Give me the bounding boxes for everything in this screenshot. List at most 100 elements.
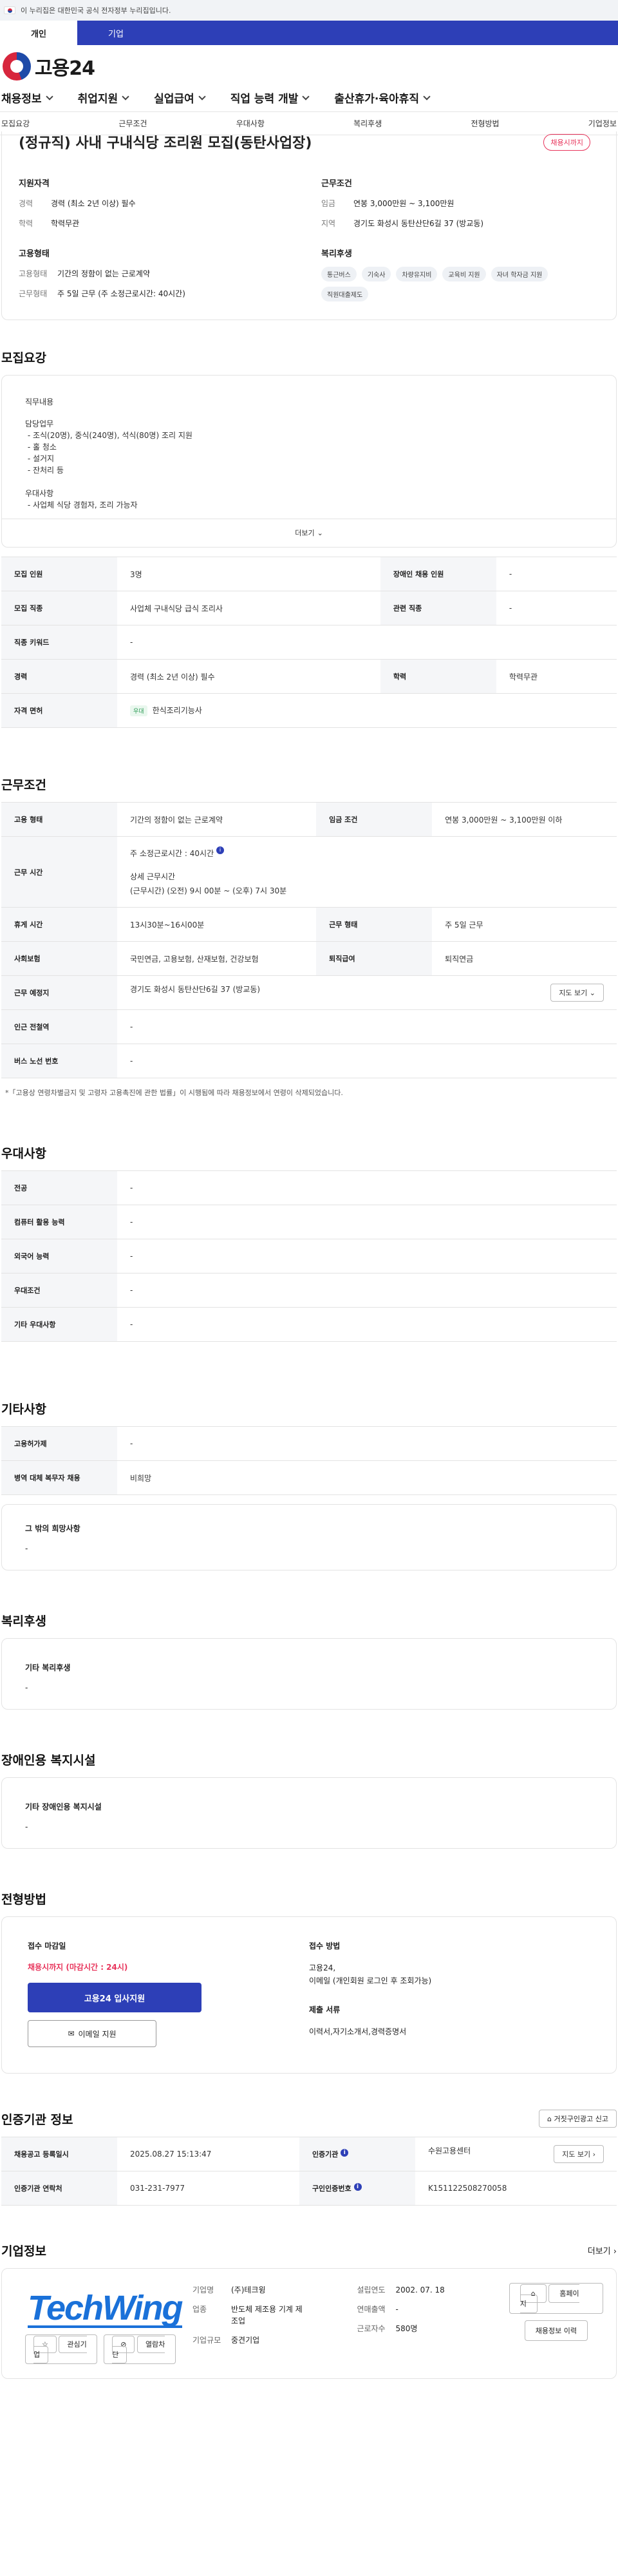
info-icon[interactable]: i xyxy=(353,2183,362,2191)
docs-value: 이력서,자기소개서,경력증명서 xyxy=(309,2027,407,2036)
table-row: 자격 면허 우대 한식조리기능사 xyxy=(1,693,617,728)
deadline-badge: 채용시까지 xyxy=(543,134,590,151)
table-cell: 국민연금, 고용보험, 산재보험, 건강보험 xyxy=(117,941,317,976)
disabled-sub-title: 기타 장애인용 복지시설 xyxy=(25,1802,102,1811)
kv-key: 근무형태 xyxy=(19,289,48,298)
employment-type-block: 고용형태 고용형태 기간의 정함이 없는 근로계약 근무형태 주 5일 근무 (주 … xyxy=(19,247,295,308)
more-button[interactable]: 더보기 ⌄ xyxy=(2,519,616,547)
table-header: 근무 시간 xyxy=(1,836,117,908)
age-footnote: *「고용상 연령차별금지 및 고령자 고용촉진에 관한 법률」이 시행됨에 따라… xyxy=(5,1089,343,1097)
table-row: 채용공고 등록일시 2025.08.27 15:13:47 인증기관 i 수원고용… xyxy=(1,2137,617,2171)
kv-value: 학력무관 xyxy=(51,219,80,228)
table-cell: 031-231-7977 xyxy=(117,2171,299,2206)
report-false-ad-button[interactable]: ⌂ 거짓구인광고 신고 xyxy=(539,2110,617,2128)
table-cell: - xyxy=(117,1205,617,1239)
kv-value: 경력 (최소 2년 이상) 필수 xyxy=(51,199,136,208)
table-header: 고용허가제 xyxy=(1,1426,117,1461)
anchor-work[interactable]: 근무조건 xyxy=(118,118,147,129)
conditions-heading: 근무조건 xyxy=(321,179,352,189)
map-view-button[interactable]: 지도 보기 ⌄ xyxy=(550,984,604,1002)
homepage-button[interactable]: ⌂ 홈페이지 xyxy=(509,2283,603,2314)
preference-table: 전공 - 컴퓨터 활용 능력 - 외국어 능력 - 우대조건 - 기타 우대사항 - xyxy=(1,1170,617,1342)
kv-value: 연봉 3,000만원 ~ 3,100만원 xyxy=(353,199,454,208)
anchor-welfare[interactable]: 복리후생 xyxy=(353,118,382,129)
welfare-block: 복리후생 통근버스 기숙사 차량유지비 교육비 지원 자녀 학자금 지원 직원대… xyxy=(321,247,598,308)
anchor-preference[interactable]: 우대사항 xyxy=(236,118,265,129)
kv-value: 2002. 07. 18 xyxy=(395,2285,445,2295)
tab-personal[interactable]: 개인 xyxy=(0,21,77,45)
kv-value: 경기도 화성시 동탄산단6길 37 (방교동) xyxy=(353,219,484,228)
table-row: 기타 우대사항 - xyxy=(1,1307,617,1342)
cert-section-head: 인증기관 정보 ⌂ 거짓구인광고 신고 xyxy=(0,2074,618,2137)
table-header: 사회보험 xyxy=(1,941,117,976)
company-actions: ⌂ 홈페이지 채용정보 이력 xyxy=(509,2283,603,2364)
table-row: 우대조건 - xyxy=(1,1273,617,1308)
table-cell: 주 소정근로시간 : 40시간 i 상세 근무시간 (근무시간) (오전) 9시… xyxy=(117,836,617,908)
korea-flag-icon xyxy=(4,6,15,14)
logo-text: 고용24 xyxy=(35,57,95,80)
block-view-button[interactable]: ⊘ 열람차단 xyxy=(104,2334,176,2364)
duty-text: 담당업무 - 조식(20명), 중식(240명), 석식(80명) 조리 지원 … xyxy=(25,419,192,510)
table-row: 고용허가제 - xyxy=(1,1426,617,1461)
job-title: (정규직) 사내 구내식당 조리원 모집(동탄사업장) xyxy=(19,135,312,149)
info-icon[interactable]: i xyxy=(341,2149,349,2157)
table-cell: 사업체 구내식당 급식 조리사 xyxy=(117,591,380,625)
kv-key: 경력 xyxy=(19,199,33,208)
disabled-section-title: 장애인용 복지시설 xyxy=(1,1753,96,1768)
gnb-unemployment-benefits[interactable]: 실업급여 xyxy=(154,90,206,106)
table-cell: - xyxy=(117,1239,617,1274)
table-cell: - xyxy=(117,1009,617,1044)
employment-type-heading: 고용형태 xyxy=(19,249,50,259)
work-section-title: 근무조건 xyxy=(1,778,46,792)
gov-banner: 이 누리집은 대한민국 공식 전자정부 누리집입니다. xyxy=(0,0,618,21)
gnb-employment-support[interactable]: 취업지원 xyxy=(78,90,129,106)
table-header: 경력 xyxy=(1,659,117,694)
anchor-screening[interactable]: 전형방법 xyxy=(471,118,499,129)
table-cell: 2025.08.27 15:13:47 xyxy=(117,2137,299,2171)
table-header: 학력 xyxy=(380,659,496,694)
table-header: 장애인 채용 인원 xyxy=(380,557,496,591)
welfare-heading: 복리후생 xyxy=(321,249,352,259)
job-history-button[interactable]: 채용정보 이력 xyxy=(524,2320,588,2341)
company-section-title: 기업정보 xyxy=(1,2244,46,2258)
kv-value: 기간의 정함이 없는 근로계약 xyxy=(57,269,150,278)
method-value: 고용24, 이메일 (개인회원 로그인 후 조회가능) xyxy=(309,1963,432,1985)
preference-section-title: 우대사항 xyxy=(1,1147,46,1161)
table-header: 병역 대체 복무자 채용 xyxy=(1,1460,117,1495)
user-type-tabs: 개인 기업 xyxy=(0,21,618,45)
anchor-recruit[interactable]: 모집요강 xyxy=(1,118,30,129)
kv-key: 고용형태 xyxy=(19,269,48,278)
welfare-chip: 차량유지비 xyxy=(396,267,438,281)
deadline-value: 채용시까지 (마감시간 : 24시) xyxy=(28,1963,128,1972)
table-cell: 13시30분~16시00분 xyxy=(117,907,317,942)
screening-box: 접수 마감일 채용시까지 (마감시간 : 24시) 고용24 입사지원 ✉ 이메일… xyxy=(1,1916,617,2074)
anchor-company[interactable]: 기업정보 xyxy=(588,118,617,129)
welfare-value: - xyxy=(25,1683,28,1692)
company-more-link[interactable]: 더보기 › xyxy=(588,2244,617,2256)
kv-key: 근로자수 xyxy=(357,2324,386,2333)
kv-key: 기업규모 xyxy=(192,2336,221,2345)
info-icon[interactable]: i xyxy=(216,846,224,854)
kv-value: 주 5일 근무 (주 소정근로시간: 40시간) xyxy=(57,289,185,298)
apply-button[interactable]: 고용24 입사지원 xyxy=(28,1983,201,2012)
welfare-chip: 자녀 학자금 지원 xyxy=(491,267,548,281)
gnb-parental-leave[interactable]: 출산휴가·육아휴직 xyxy=(334,90,431,106)
table-header: 퇴직급여 xyxy=(316,941,433,976)
kv-key: 연매출액 xyxy=(357,2305,386,2314)
email-apply-button[interactable]: ✉ 이메일 지원 xyxy=(28,2020,156,2047)
gnb-jobs[interactable]: 채용정보 xyxy=(1,90,53,106)
table-cell: - xyxy=(117,1307,617,1342)
gnb-vocational-training[interactable]: 직업 능력 개발 xyxy=(230,90,310,106)
table-row: 컴퓨터 활용 능력 - xyxy=(1,1205,617,1239)
table-header: 인증기관 연락처 xyxy=(1,2171,117,2206)
agency-map-button[interactable]: 지도 보기 › xyxy=(554,2145,604,2163)
chevron-down-icon xyxy=(198,92,206,100)
table-header: 직종 키워드 xyxy=(1,625,117,660)
table-header: 외국어 능력 xyxy=(1,1239,117,1274)
company-logo: TechWing xyxy=(28,2289,183,2328)
favorite-company-button[interactable]: ☆ 관심기업 xyxy=(25,2334,98,2364)
tab-company[interactable]: 기업 xyxy=(77,21,154,45)
table-header: 전공 xyxy=(1,1170,117,1205)
mail-icon: ✉ xyxy=(68,2029,75,2038)
site-logo[interactable]: 고용24 xyxy=(0,49,618,84)
